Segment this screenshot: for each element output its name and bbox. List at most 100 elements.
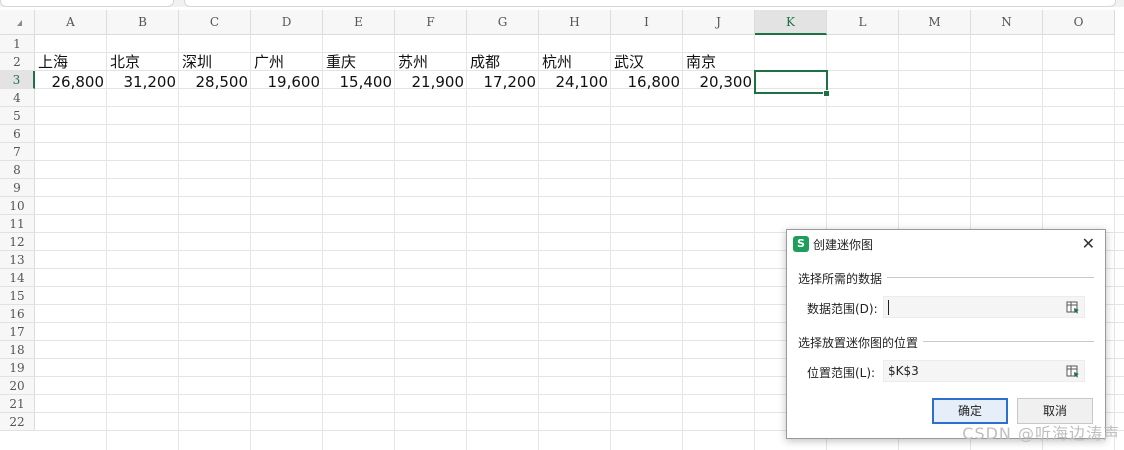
- cell-city[interactable]: 重庆: [323, 53, 395, 71]
- cell-value[interactable]: 15,400: [323, 71, 395, 93]
- row-header-19[interactable]: 19: [0, 359, 35, 377]
- gridline-horizontal: [35, 214, 1124, 215]
- row-header-1[interactable]: 1: [0, 35, 35, 53]
- row-header-4[interactable]: 4: [0, 89, 35, 107]
- active-cell-k3[interactable]: [754, 70, 828, 94]
- column-header-e[interactable]: E: [323, 10, 395, 35]
- row-header-11[interactable]: 11: [0, 215, 35, 233]
- row-header-15[interactable]: 15: [0, 287, 35, 305]
- gridline-horizontal: [35, 124, 1124, 125]
- row-header-20[interactable]: 20: [0, 377, 35, 395]
- watermark: CSDN @听海边涛声: [962, 424, 1120, 443]
- column-header-m[interactable]: M: [899, 10, 971, 35]
- location-range-value: $K$3: [888, 364, 919, 378]
- cell-city[interactable]: 苏州: [395, 53, 467, 71]
- column-header-h[interactable]: H: [539, 10, 611, 35]
- cell-value[interactable]: 19,600: [251, 71, 323, 93]
- gridline-vertical: [538, 35, 539, 450]
- location-range-input[interactable]: $K$3: [883, 360, 1085, 382]
- column-header-d[interactable]: D: [251, 10, 323, 35]
- cell-city[interactable]: 杭州: [539, 53, 611, 71]
- column-header-g[interactable]: G: [467, 10, 539, 35]
- select-all-icon: [17, 20, 22, 26]
- select-all-corner[interactable]: [0, 10, 35, 35]
- data-range-input[interactable]: [883, 296, 1085, 318]
- dialog-titlebar: S 创建迷你图 ✕: [787, 230, 1105, 258]
- row-header-13[interactable]: 13: [0, 251, 35, 269]
- gridline-vertical: [178, 35, 179, 450]
- section-select-location: 选择放置迷你图的位置: [798, 336, 919, 350]
- row-header-16[interactable]: 16: [0, 305, 35, 323]
- cell-city[interactable]: 上海: [35, 53, 107, 71]
- column-header-j[interactable]: J: [683, 10, 755, 35]
- gridline-vertical: [754, 35, 755, 450]
- section-divider: [887, 277, 1094, 278]
- column-header-i[interactable]: I: [611, 10, 683, 35]
- cell-value[interactable]: 24,100: [539, 71, 611, 93]
- cell-city[interactable]: 成都: [467, 53, 539, 71]
- row-header-2[interactable]: 2: [0, 53, 35, 71]
- cell-value[interactable]: 26,800: [35, 71, 107, 93]
- gridline-horizontal: [35, 106, 1124, 107]
- range-select-icon[interactable]: [1066, 300, 1080, 314]
- cell-city[interactable]: 武汉: [611, 53, 683, 71]
- column-header-n[interactable]: N: [971, 10, 1043, 35]
- column-header-k[interactable]: K: [755, 10, 827, 35]
- gridline-vertical: [466, 35, 467, 450]
- row-header-9[interactable]: 9: [0, 179, 35, 197]
- cell-value[interactable]: 17,200: [467, 71, 539, 93]
- row-header-5[interactable]: 5: [0, 107, 35, 125]
- cell-value[interactable]: 21,900: [395, 71, 467, 93]
- column-header-o[interactable]: O: [1043, 10, 1115, 35]
- gridline-vertical: [106, 35, 107, 450]
- gridline-vertical: [322, 35, 323, 450]
- section-select-data: 选择所需的数据: [798, 272, 883, 286]
- row-header-14[interactable]: 14: [0, 269, 35, 287]
- cell-city[interactable]: 南京: [683, 53, 755, 71]
- cell-value[interactable]: 28,500: [179, 71, 251, 93]
- gridline-vertical: [610, 35, 611, 450]
- row-header-10[interactable]: 10: [0, 197, 35, 215]
- cell-city[interactable]: 深圳: [179, 53, 251, 71]
- fill-handle[interactable]: [823, 90, 830, 97]
- gridline-horizontal: [35, 196, 1124, 197]
- gridline-vertical: [250, 35, 251, 450]
- app-icon: S: [793, 236, 809, 252]
- row-header-7[interactable]: 7: [0, 143, 35, 161]
- gridline-vertical: [1114, 35, 1115, 450]
- close-icon[interactable]: ✕: [1082, 234, 1095, 253]
- cell-value[interactable]: 20,300: [683, 71, 755, 93]
- row-header-12[interactable]: 12: [0, 233, 35, 251]
- column-header-c[interactable]: C: [179, 10, 251, 35]
- row-header-8[interactable]: 8: [0, 161, 35, 179]
- section-divider: [923, 341, 1094, 342]
- column-header-a[interactable]: A: [35, 10, 107, 35]
- range-select-icon[interactable]: [1066, 364, 1080, 378]
- data-range-label: 数据范围(D):: [807, 302, 878, 316]
- gridline-vertical: [394, 35, 395, 450]
- gridline-vertical: [682, 35, 683, 450]
- column-header-b[interactable]: B: [107, 10, 179, 35]
- gridline-horizontal: [35, 160, 1124, 161]
- column-header-f[interactable]: F: [395, 10, 467, 35]
- gridline-horizontal: [35, 178, 1124, 179]
- row-header-17[interactable]: 17: [0, 323, 35, 341]
- create-sparkline-dialog: S 创建迷你图 ✕ 选择所需的数据 数据范围(D): 选择放置迷你图的位置 位置…: [786, 229, 1106, 439]
- gridline-horizontal: [35, 142, 1124, 143]
- row-header-18[interactable]: 18: [0, 341, 35, 359]
- sheet-tab-left[interactable]: [0, 0, 174, 7]
- sheet-tab-main[interactable]: [184, 0, 1116, 7]
- text-caret: [888, 300, 889, 315]
- row-header-22[interactable]: 22: [0, 413, 35, 431]
- cell-city[interactable]: 广州: [251, 53, 323, 71]
- cell-value[interactable]: 16,800: [611, 71, 683, 93]
- row-header-6[interactable]: 6: [0, 125, 35, 143]
- cell-city[interactable]: 北京: [107, 53, 179, 71]
- cell-value[interactable]: 31,200: [107, 71, 179, 93]
- dialog-title: 创建迷你图: [813, 238, 874, 252]
- row-header-3[interactable]: 3: [0, 71, 35, 89]
- column-header-l[interactable]: L: [827, 10, 899, 35]
- location-range-label: 位置范围(L):: [807, 366, 876, 380]
- tab-strip: [0, 0, 1124, 7]
- row-header-21[interactable]: 21: [0, 395, 35, 413]
